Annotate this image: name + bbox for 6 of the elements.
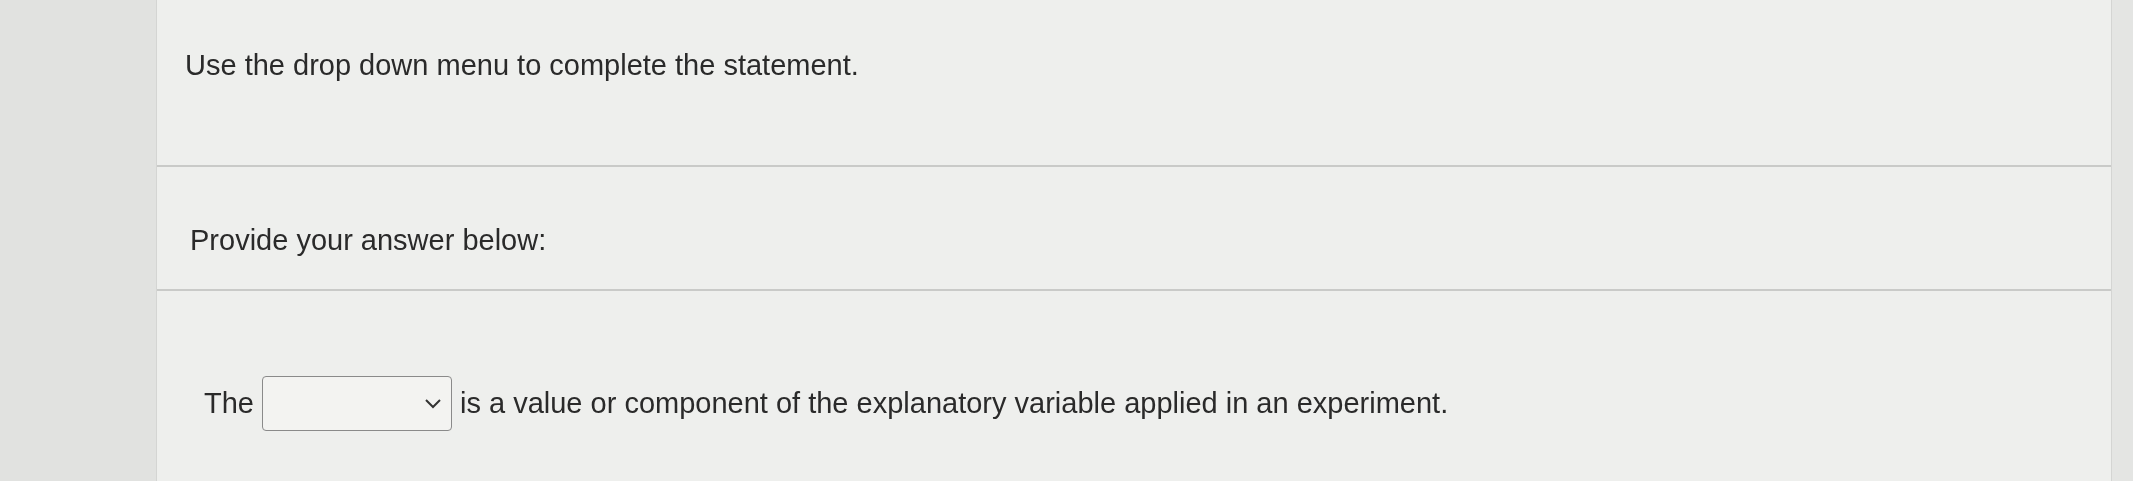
statement-text: is a value or component of the explanatory variable applied in an experiment. [460,385,1449,421]
instruction-text: Use the drop down menu to complete the statement. [185,49,859,81]
chevron-down-icon [425,398,441,409]
statement-text: The [204,385,254,421]
prompt-text: Provide your answer below: [190,224,547,256]
dropdown-field[interactable] [262,376,452,431]
